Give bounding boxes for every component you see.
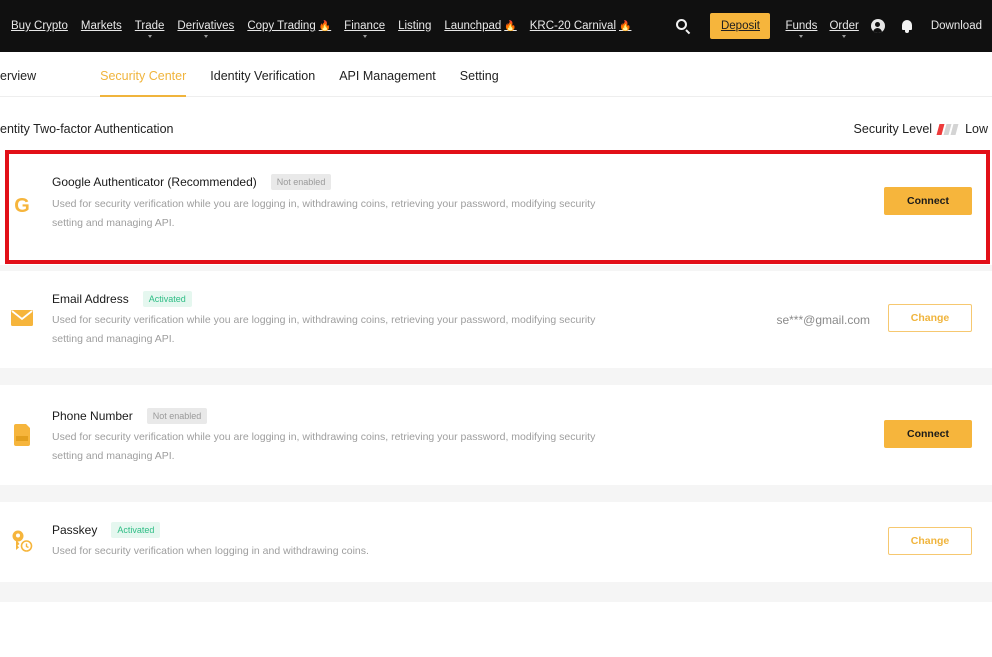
nav-label: Trade (134, 20, 165, 32)
security-level-bars (936, 123, 959, 135)
tab-security-center[interactable]: Security Center (100, 52, 187, 97)
top-navigation-bar: Buy Crypto Markets Trade Derivatives Cop… (0, 0, 992, 52)
user-avatar-icon[interactable] (870, 19, 885, 33)
method-row-phone: Phone Number Not enabled Used for securi… (0, 385, 992, 485)
nav-label: Buy Crypto (11, 20, 68, 32)
nav-label: KRC-20 Carnival (529, 20, 616, 32)
flame-icon: 🔥 (619, 20, 632, 32)
security-level-indicator: Security Level Low (854, 122, 988, 136)
change-email-button[interactable]: Change (888, 304, 972, 332)
chevron-down-icon (147, 35, 152, 38)
passkey-icon (9, 528, 35, 554)
connect-google-authenticator-button[interactable]: Connect (884, 187, 972, 215)
download-link[interactable]: Download (931, 20, 982, 32)
nav-right-group: Deposit Funds Order Download (675, 0, 992, 52)
nav-label: Markets (80, 20, 122, 32)
change-passkey-button[interactable]: Change (888, 527, 972, 555)
nav-krc20-carnival[interactable]: KRC-20 Carnival 🔥 (530, 20, 632, 32)
svg-text:G: G (14, 195, 30, 217)
nav-label: Copy Trading (247, 20, 316, 32)
security-level-value: Low (965, 122, 988, 136)
chevron-down-icon (799, 35, 804, 38)
method-row-passkey: Passkey Activated Used for security veri… (0, 502, 992, 582)
method-title-row: Email Address Activated (52, 291, 192, 307)
nav-label: Funds (785, 20, 818, 32)
account-tabs: erview Security Center Identity Verifica… (0, 52, 992, 97)
phone-sim-icon (9, 422, 35, 448)
tab-setting[interactable]: Setting (460, 52, 499, 97)
nav-derivatives[interactable]: Derivatives (177, 20, 235, 38)
method-description: Used for security verification while you… (52, 431, 596, 462)
method-title: Email Address (52, 292, 129, 306)
nav-finance[interactable]: Finance (344, 20, 386, 38)
bell-icon[interactable] (901, 19, 913, 33)
method-title-row: Passkey Activated (52, 522, 161, 538)
tab-identity-verification[interactable]: Identity Verification (210, 52, 315, 97)
nav-label: Finance (344, 20, 386, 32)
method-title: Phone Number (52, 409, 133, 423)
deposit-button[interactable]: Deposit (710, 13, 771, 39)
email-value: se***@gmail.com (776, 313, 870, 327)
email-icon (9, 305, 35, 331)
main-menu: Buy Crypto Markets Trade Derivatives Cop… (11, 20, 644, 38)
chevron-down-icon (203, 35, 208, 38)
chevron-down-icon (842, 35, 847, 38)
divider (0, 368, 992, 385)
security-level-label: Security Level (853, 122, 933, 136)
status-badge: Not enabled (270, 174, 332, 190)
nav-trade[interactable]: Trade (134, 20, 165, 38)
method-row-email: Email Address Activated Used for securit… (0, 271, 992, 368)
nav-copy-trading[interactable]: Copy Trading 🔥 (247, 20, 331, 32)
security-level-bar (950, 123, 959, 135)
nav-launchpad[interactable]: Launchpad 🔥 (444, 20, 516, 32)
method-description: Used for security verification while you… (52, 314, 596, 345)
method-description: Used for security verification when logg… (52, 545, 369, 557)
nav-markets[interactable]: Markets (81, 20, 122, 32)
divider (0, 582, 992, 602)
page: Buy Crypto Markets Trade Derivatives Cop… (0, 0, 992, 657)
tab-overview[interactable]: erview (0, 52, 36, 97)
nav-label: Launchpad (444, 20, 502, 32)
status-badge: Activated (111, 522, 161, 538)
method-title-row: Google Authenticator (Recommended) Not e… (52, 174, 332, 190)
method-title-row: Phone Number Not enabled (52, 408, 208, 424)
google-authenticator-icon: G (9, 192, 35, 218)
nav-listing[interactable]: Listing (398, 20, 431, 32)
nav-label: Derivatives (177, 20, 235, 32)
nav-label: Listing (398, 20, 432, 32)
divider (0, 485, 992, 502)
status-badge: Not enabled (146, 408, 208, 424)
flame-icon: 🔥 (504, 20, 517, 32)
method-title: Google Authenticator (Recommended) (52, 175, 257, 189)
status-badge: Activated (142, 291, 192, 307)
nav-funds[interactable]: Funds (785, 20, 818, 38)
method-title: Passkey (52, 523, 98, 537)
nav-label: Order (829, 20, 859, 32)
method-row-google-authenticator: G Google Authenticator (Recommended) Not… (0, 152, 992, 265)
connect-phone-button[interactable]: Connect (884, 420, 972, 448)
tab-api-management[interactable]: API Management (339, 52, 436, 97)
section-title: entity Two-factor Authentication (0, 122, 174, 136)
nav-order[interactable]: Order (829, 20, 859, 38)
search-icon[interactable] (675, 18, 691, 35)
method-description: Used for security verification while you… (52, 198, 596, 229)
flame-icon: 🔥 (318, 20, 332, 32)
nav-buy-crypto[interactable]: Buy Crypto (11, 20, 68, 32)
chevron-down-icon (362, 35, 367, 38)
